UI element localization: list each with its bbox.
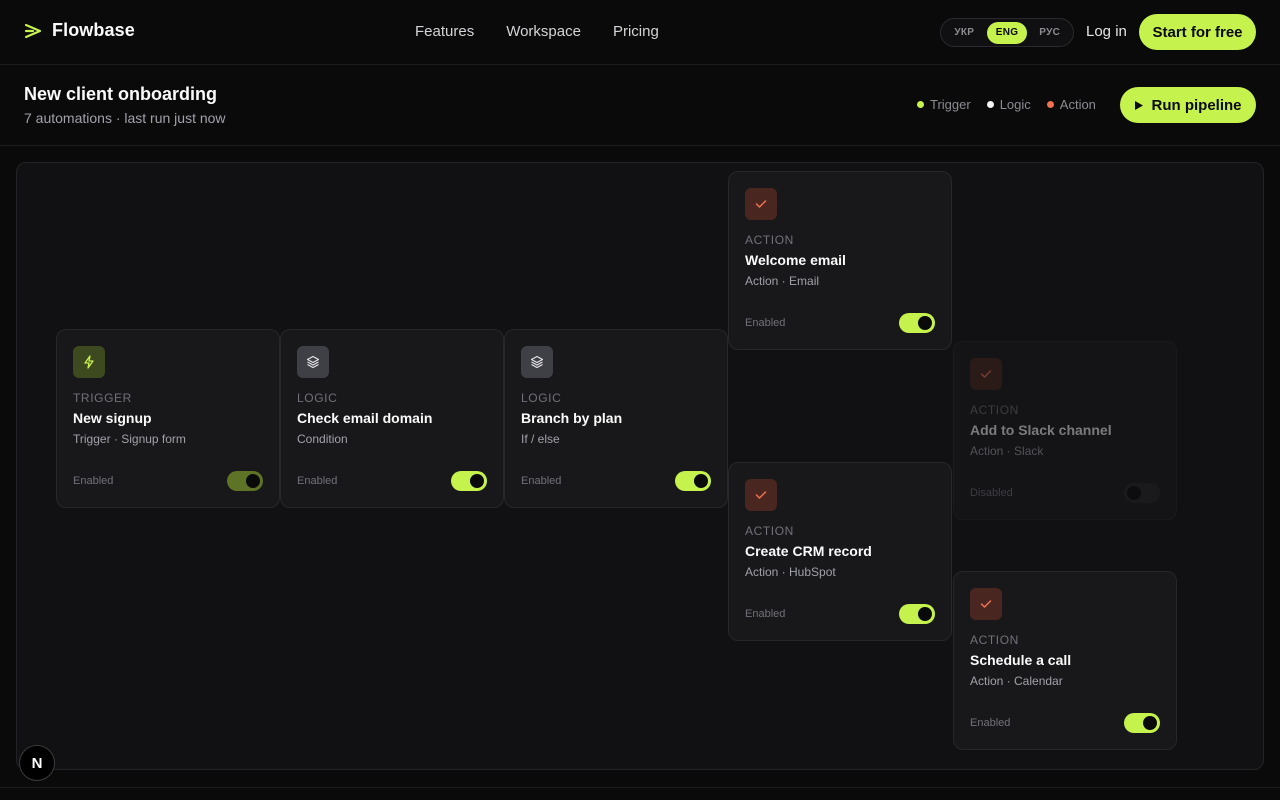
node-enable-toggle[interactable]: [227, 471, 263, 491]
node-add-to-slack-channel[interactable]: ACTION Add to Slack channel Action · Sla…: [953, 341, 1177, 520]
legend-item-action: Action: [1046, 97, 1096, 112]
legend-dot-icon: [917, 101, 924, 108]
layers-icon: [297, 346, 329, 378]
node-type-label: ACTION: [970, 403, 1019, 417]
node-enable-toggle[interactable]: [899, 313, 935, 333]
check-icon: [970, 358, 1002, 390]
node-title: Branch by plan: [521, 410, 623, 426]
toggle-knob: [470, 474, 484, 488]
bottom-divider: [0, 787, 1280, 788]
node-subtitle: Condition: [297, 432, 348, 446]
node-enable-toggle[interactable]: [675, 471, 711, 491]
node-subtitle: Action · Slack: [970, 444, 1044, 458]
lightning-icon: [73, 346, 105, 378]
node-schedule-a-call[interactable]: ACTION Schedule a call Action · Calendar…: [953, 571, 1177, 750]
node-status: Enabled: [297, 475, 338, 487]
nav-link-features[interactable]: Features: [415, 23, 474, 40]
node-enable-toggle[interactable]: [1124, 483, 1160, 503]
layers-icon: [521, 346, 553, 378]
language-switcher: УКР ENG РУС: [940, 18, 1074, 47]
page-subtitle: 7 automations · last run just now: [24, 110, 226, 126]
node-create-crm-record[interactable]: ACTION Create CRM record Action · HubSpo…: [728, 462, 952, 641]
legend-label: Logic: [999, 97, 1031, 112]
node-subtitle: Action · Email: [745, 274, 820, 288]
lang-option-rus[interactable]: РУС: [1029, 22, 1070, 44]
node-new-signup[interactable]: TRIGGER New signup Trigger · Signup form…: [56, 329, 280, 508]
node-type-label: ACTION: [970, 633, 1019, 647]
run-pipeline-button[interactable]: Run pipeline: [1120, 87, 1256, 123]
nav-link-pricing[interactable]: Pricing: [613, 23, 659, 40]
toggle-knob: [246, 474, 260, 488]
toggle-knob: [918, 607, 932, 621]
node-status: Enabled: [745, 317, 786, 329]
check-icon: [745, 479, 777, 511]
legend-item-logic: Logic: [986, 97, 1031, 112]
pipeline-canvas[interactable]: TRIGGER New signup Trigger · Signup form…: [16, 162, 1264, 770]
node-type-label: LOGIC: [521, 391, 562, 405]
node-title: Check email domain: [297, 410, 433, 426]
node-welcome-email[interactable]: ACTION Welcome email Action · Email Enab…: [728, 171, 952, 350]
node-enable-toggle[interactable]: [451, 471, 487, 491]
lang-option-ukr[interactable]: УКР: [944, 22, 985, 44]
node-status: Enabled: [970, 717, 1011, 729]
brand-name: Flowbase: [52, 20, 135, 40]
toggle-knob: [1127, 486, 1141, 500]
top-navbar: Flowbase Features Workspace Pricing УКР …: [0, 0, 1280, 65]
node-subtitle: If / else: [521, 432, 560, 446]
node-title: Welcome email: [745, 252, 846, 268]
node-status: Enabled: [521, 475, 562, 487]
toggle-knob: [1143, 716, 1157, 730]
node-subtitle: Action · HubSpot: [745, 565, 836, 579]
node-status: Enabled: [745, 608, 786, 620]
legend-dot-icon: [986, 101, 994, 108]
run-pipeline-label: Run pipeline: [1151, 96, 1242, 114]
login-link[interactable]: Log in: [1086, 23, 1127, 40]
node-enable-toggle[interactable]: [899, 604, 935, 624]
lang-option-eng[interactable]: ENG: [986, 21, 1028, 44]
page-title: New client onboarding: [24, 84, 218, 104]
pipeline-header: New client onboarding 7 automations · la…: [0, 65, 1280, 146]
node-title: Add to Slack channel: [970, 422, 1112, 438]
node-status: Enabled: [73, 475, 114, 487]
node-title: Schedule a call: [970, 652, 1072, 668]
toggle-knob: [918, 316, 932, 330]
node-type-label: LOGIC: [297, 391, 338, 405]
start-for-free-button[interactable]: Start for free: [1139, 14, 1256, 50]
node-enable-toggle[interactable]: [1124, 713, 1160, 733]
legend-label: Trigger: [930, 97, 971, 112]
node-type-label: ACTION: [745, 233, 794, 247]
check-icon: [745, 188, 777, 220]
brand-logo[interactable]: Flowbase: [24, 20, 135, 41]
node-subtitle: Action · Calendar: [970, 674, 1063, 688]
node-status: Disabled: [970, 487, 1013, 499]
node-check-email-domain[interactable]: LOGIC Check email domain Condition Enabl…: [280, 329, 504, 508]
legend-label: Action: [1059, 97, 1096, 112]
nav-link-workspace[interactable]: Workspace: [506, 23, 581, 40]
main-nav: Features Workspace Pricing: [415, 23, 659, 40]
chevron-right-icon: [24, 23, 43, 39]
dev-tools-badge[interactable]: N: [19, 745, 55, 781]
node-legend: Trigger Logic Action: [917, 97, 1096, 112]
node-subtitle: Trigger · Signup form: [73, 432, 186, 446]
node-title: Create CRM record: [745, 543, 872, 559]
legend-dot-icon: [1046, 101, 1054, 108]
play-icon: [1134, 100, 1143, 110]
node-title: New signup: [73, 410, 152, 426]
check-icon: [970, 588, 1002, 620]
node-branch-by-plan[interactable]: LOGIC Branch by plan If / else Enabled: [504, 329, 728, 508]
node-type-label: ACTION: [745, 524, 794, 538]
node-type-label: TRIGGER: [73, 391, 132, 405]
legend-item-trigger: Trigger: [917, 97, 971, 112]
toggle-knob: [694, 474, 708, 488]
